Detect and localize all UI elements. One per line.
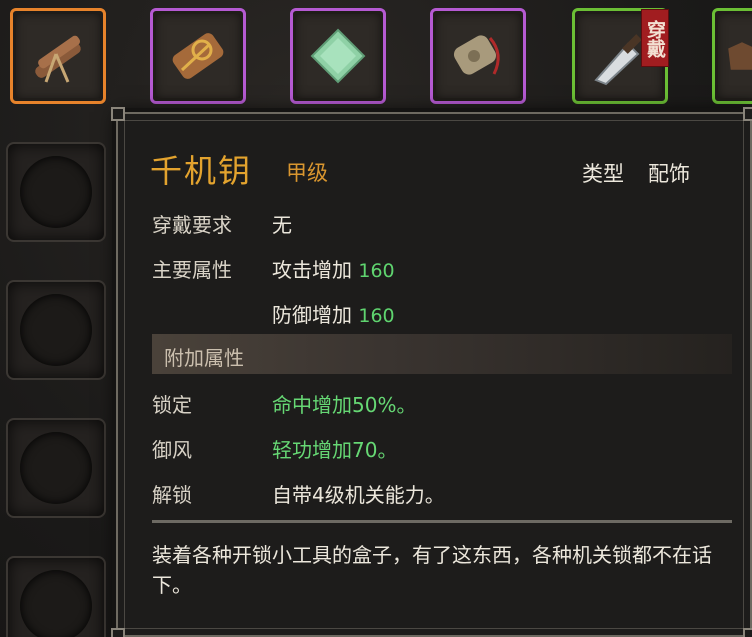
- extra-attr-name: 锁定: [152, 393, 192, 417]
- main-attr-row: 防御增加 160: [272, 299, 395, 328]
- item-slot-3[interactable]: [290, 8, 386, 104]
- requirement-value: 无: [272, 213, 292, 237]
- main-attr-label: 主要属性: [152, 258, 232, 282]
- golden-scroll-icon: [172, 33, 224, 79]
- divider: [152, 520, 732, 523]
- jade-stone-icon: [310, 28, 366, 84]
- main-attr-value: 160: [358, 305, 395, 327]
- extra-attr-effect: 轻功增加70。: [272, 438, 398, 462]
- main-attr-row: 攻击增加 160: [272, 254, 395, 283]
- bundle-of-logs-icon: [35, 35, 81, 83]
- requirement-label: 穿戴要求: [152, 213, 232, 237]
- extra-attr-name: 御风: [152, 438, 192, 462]
- item-slot-1[interactable]: [10, 8, 106, 104]
- item-description: 装着各种开锁小工具的盒子，有了这东西，各种机关锁都不在话下。: [152, 543, 712, 597]
- main-attr-text: 攻击增加: [272, 258, 352, 282]
- extra-attr-effect: 命中增加50%。: [272, 393, 417, 417]
- empty-slot-2[interactable]: [6, 280, 106, 380]
- empty-slot-1[interactable]: [6, 142, 106, 242]
- item-slot-4[interactable]: [430, 8, 526, 104]
- empty-slot-3[interactable]: [6, 418, 106, 518]
- empty-slot-4[interactable]: [6, 556, 106, 637]
- extra-attr-section-title: 附加属性: [164, 346, 244, 370]
- item-slot-6[interactable]: [712, 8, 752, 104]
- item-grade: 甲级: [286, 161, 328, 185]
- worn-badge: 穿戴: [641, 9, 669, 67]
- type-value: 配饰: [648, 162, 690, 186]
- type-label: 类型: [582, 162, 624, 186]
- main-attr-text: 防御增加: [272, 303, 352, 327]
- item-slot-2[interactable]: [150, 8, 246, 104]
- talisman-pouch-icon: [453, 35, 500, 75]
- main-attr-value: 160: [358, 260, 395, 282]
- armor-icon: [728, 42, 752, 70]
- extra-attr-effect: 自带4级机关能力。: [272, 483, 445, 507]
- item-slot-5[interactable]: 穿戴: [572, 8, 669, 104]
- extra-attr-name: 解锁: [152, 483, 192, 507]
- item-name: 千机钥: [150, 152, 253, 190]
